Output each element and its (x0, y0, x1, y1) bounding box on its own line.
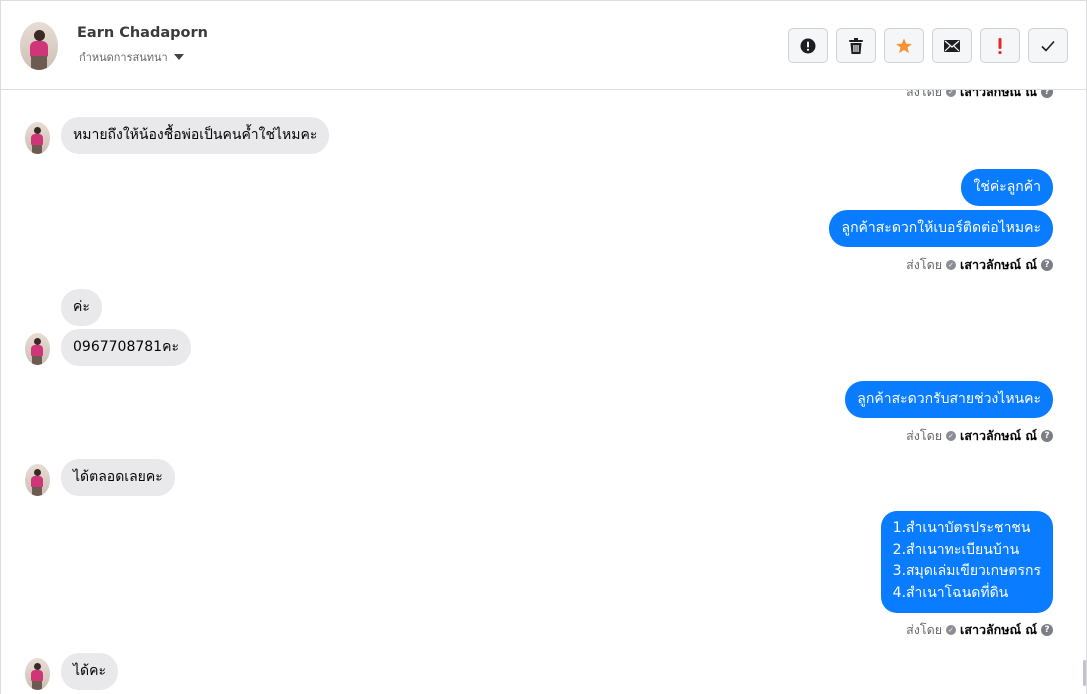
sent-by-line: ส่งโดย ✓ เสาวลักษณ์ ณ์ ? (906, 620, 1053, 640)
check-badge-icon: ✓ (946, 260, 957, 270)
mark-done-button[interactable] (1028, 28, 1068, 63)
outgoing-message[interactable]: ใช่ค่ะลูกค้า (961, 169, 1053, 206)
spam-report-button[interactable] (788, 28, 828, 63)
trash-icon (849, 37, 863, 54)
incoming-message[interactable]: ค่ะ (61, 289, 102, 326)
outgoing-message[interactable]: ลูกค้าสะดวกรับสายช่วงไหนคะ (845, 381, 1053, 418)
conversation-toolbar (788, 28, 1068, 63)
star-button[interactable] (884, 28, 924, 63)
message-line: 3.สมุดเล่มเขียวเกษตรกร (892, 563, 1041, 579)
check-badge-icon: ✓ (946, 625, 957, 635)
outgoing-message-text: 1.สำเนาบัตรประชาชน 2.สำเนาทะเบียนบ้าน 3.… (880, 511, 1053, 613)
conversation-assign-label: กำหนดการสนทนา (79, 51, 168, 64)
contact-avatar-small[interactable] (25, 122, 50, 154)
conversation-panel: Earn Chadaporn กำหนดการสนทนา ส่งโดย ✓ เส… (0, 0, 1087, 694)
delete-button[interactable] (836, 28, 876, 63)
help-icon[interactable]: ? (1041, 430, 1053, 442)
conversation-header: Earn Chadaporn กำหนดการสนทนา (1, 1, 1086, 90)
contact-avatar-small[interactable] (25, 658, 50, 690)
sent-by-line: ส่งโดย ✓ เสาวลักษณ์ ณ์ ? (906, 426, 1053, 446)
incoming-message[interactable]: ได้ตลอดเลยคะ (61, 459, 175, 496)
sent-by-line: ส่งโดย ✓ เสาวลักษณ์ ณ์ ? (906, 90, 1053, 102)
sent-by-prefix: ส่งโดย (906, 622, 943, 637)
envelope-icon (944, 39, 960, 52)
message-line: 1.สำเนาบัตรประชาชน (892, 520, 1031, 536)
incoming-message[interactable]: หมายถึงให้น้องชื้อพ่อเป็นคนค้ำใช่ไหมคะ (61, 117, 330, 154)
sent-by-prefix: ส่งโดย (906, 90, 943, 99)
contact-avatar-small[interactable] (25, 464, 50, 496)
check-icon (1041, 40, 1055, 52)
contact-name[interactable]: Earn Chadaporn (77, 25, 208, 41)
caret-down-icon (173, 54, 184, 60)
sent-by-prefix: ส่งโดย (906, 257, 943, 272)
incoming-message-text: ค่ะ (61, 289, 102, 326)
sent-by-agent[interactable]: เสาวลักษณ์ ณ์ (960, 255, 1037, 275)
incoming-message[interactable]: 0967708781คะ (61, 329, 191, 366)
contact-avatar-small[interactable] (25, 333, 50, 365)
sent-by-agent[interactable]: เสาวลักษณ์ ณ์ (960, 620, 1037, 640)
outgoing-message-text: ลูกค้าสะดวกรับสายช่วงไหนคะ (845, 381, 1053, 418)
help-icon[interactable]: ? (1041, 90, 1053, 98)
incoming-message-text: ได้คะ (61, 653, 119, 690)
exclamation-circle-icon (800, 38, 816, 53)
message-thread[interactable]: ส่งโดย ✓ เสาวลักษณ์ ณ์ ? หมายถึงให้น้องช… (1, 90, 1086, 694)
incoming-message-text: ได้ตลอดเลยคะ (61, 459, 175, 496)
check-badge-icon: ✓ (946, 90, 957, 97)
help-icon[interactable]: ? (1041, 259, 1053, 271)
sent-by-prefix: ส่งโดย (906, 428, 943, 443)
outgoing-message[interactable]: 1.สำเนาบัตรประชาชน 2.สำเนาทะเบียนบ้าน 3.… (880, 511, 1053, 613)
mark-unread-button[interactable] (932, 28, 972, 63)
contact-avatar[interactable] (20, 22, 58, 70)
incoming-message-text: 0967708781คะ (61, 329, 191, 366)
outgoing-message[interactable]: ลูกค้าสะดวกให้เบอร์ติดต่อไหมคะ (829, 210, 1053, 247)
scrollbar-thumb[interactable] (1083, 660, 1086, 686)
sent-by-agent[interactable]: เสาวลักษณ์ ณ์ (960, 426, 1037, 446)
conversation-assign-dropdown[interactable]: กำหนดการสนทนา (79, 48, 184, 66)
outgoing-message-text: ลูกค้าสะดวกให้เบอร์ติดต่อไหมคะ (829, 210, 1053, 247)
exclamation-icon (998, 37, 1002, 54)
incoming-message[interactable]: ได้คะ (61, 653, 119, 690)
sent-by-line: ส่งโดย ✓ เสาวลักษณ์ ณ์ ? (906, 255, 1053, 275)
message-line: 4.สำเนาโฉนดที่ดิน (892, 584, 1009, 601)
help-icon[interactable]: ? (1041, 624, 1053, 636)
message-line: 2.สำเนาทะเบียนบ้าน (892, 541, 1020, 558)
star-icon (896, 38, 912, 53)
check-badge-icon: ✓ (946, 431, 957, 441)
flag-button[interactable] (980, 28, 1020, 63)
sent-by-agent[interactable]: เสาวลักษณ์ ณ์ (960, 90, 1037, 102)
incoming-message-text: หมายถึงให้น้องชื้อพ่อเป็นคนค้ำใช่ไหมคะ (61, 117, 330, 154)
outgoing-message-text: ใช่ค่ะลูกค้า (961, 169, 1053, 206)
